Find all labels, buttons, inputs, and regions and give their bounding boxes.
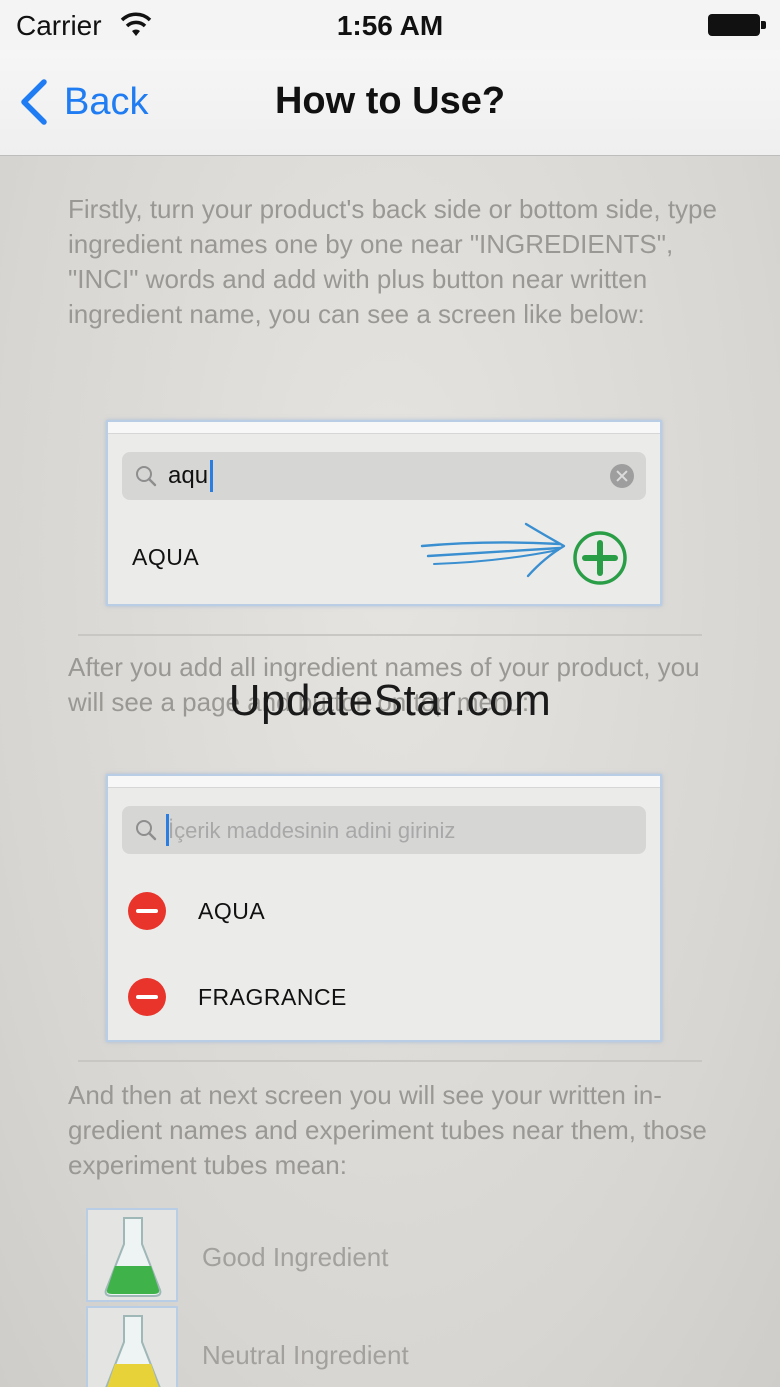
legend-good-label: Good Ingredient bbox=[202, 1242, 389, 1272]
search-icon bbox=[136, 820, 157, 841]
watermark: UpdateStar.com bbox=[228, 676, 552, 725]
divider bbox=[78, 1060, 702, 1062]
flask-yellow-icon bbox=[105, 1315, 161, 1387]
divider bbox=[78, 634, 702, 636]
demo-search-placeholder: İçerik maddesinin adini giriniz bbox=[168, 818, 456, 843]
good-tube-image bbox=[86, 1208, 178, 1302]
navigation-bar: Back How to Use? bbox=[0, 50, 780, 156]
arrow-icon bbox=[420, 522, 566, 578]
clear-icon bbox=[610, 464, 634, 488]
remove-icon bbox=[128, 892, 166, 930]
flask-green-icon bbox=[104, 1217, 162, 1297]
remove-icon bbox=[128, 978, 166, 1016]
demo-list-item: FRAGRANCE bbox=[198, 984, 347, 1010]
list-demo-image: İçerik maddesinin adini giriniz AQUA FRA… bbox=[106, 774, 662, 1042]
step-3-text: And then at next screen you will see you… bbox=[68, 1080, 707, 1180]
demo-search-field: aqu bbox=[122, 452, 646, 500]
page-title: How to Use? bbox=[274, 80, 506, 122]
status-bar: Carrier 1:56 AM bbox=[0, 0, 780, 50]
battery-icon bbox=[708, 14, 766, 36]
demo-result-label: AQUA bbox=[132, 544, 200, 570]
demo-list-item: AQUA bbox=[198, 898, 266, 924]
neutral-tube-image bbox=[86, 1306, 178, 1387]
step-1-text: Firstly, turn your product's back side o… bbox=[68, 194, 717, 329]
demo-search-query: aqu bbox=[168, 462, 209, 489]
text-cursor bbox=[210, 460, 213, 492]
search-icon bbox=[136, 466, 157, 487]
add-circle-icon bbox=[573, 531, 627, 585]
search-demo-image: aqu AQUA bbox=[106, 420, 662, 606]
demo-search-field-empty: İçerik maddesinin adini giriniz bbox=[122, 806, 646, 854]
status-time: 1:56 AM bbox=[336, 10, 444, 41]
legend-neutral-label: Neutral Ingredient bbox=[202, 1340, 409, 1370]
